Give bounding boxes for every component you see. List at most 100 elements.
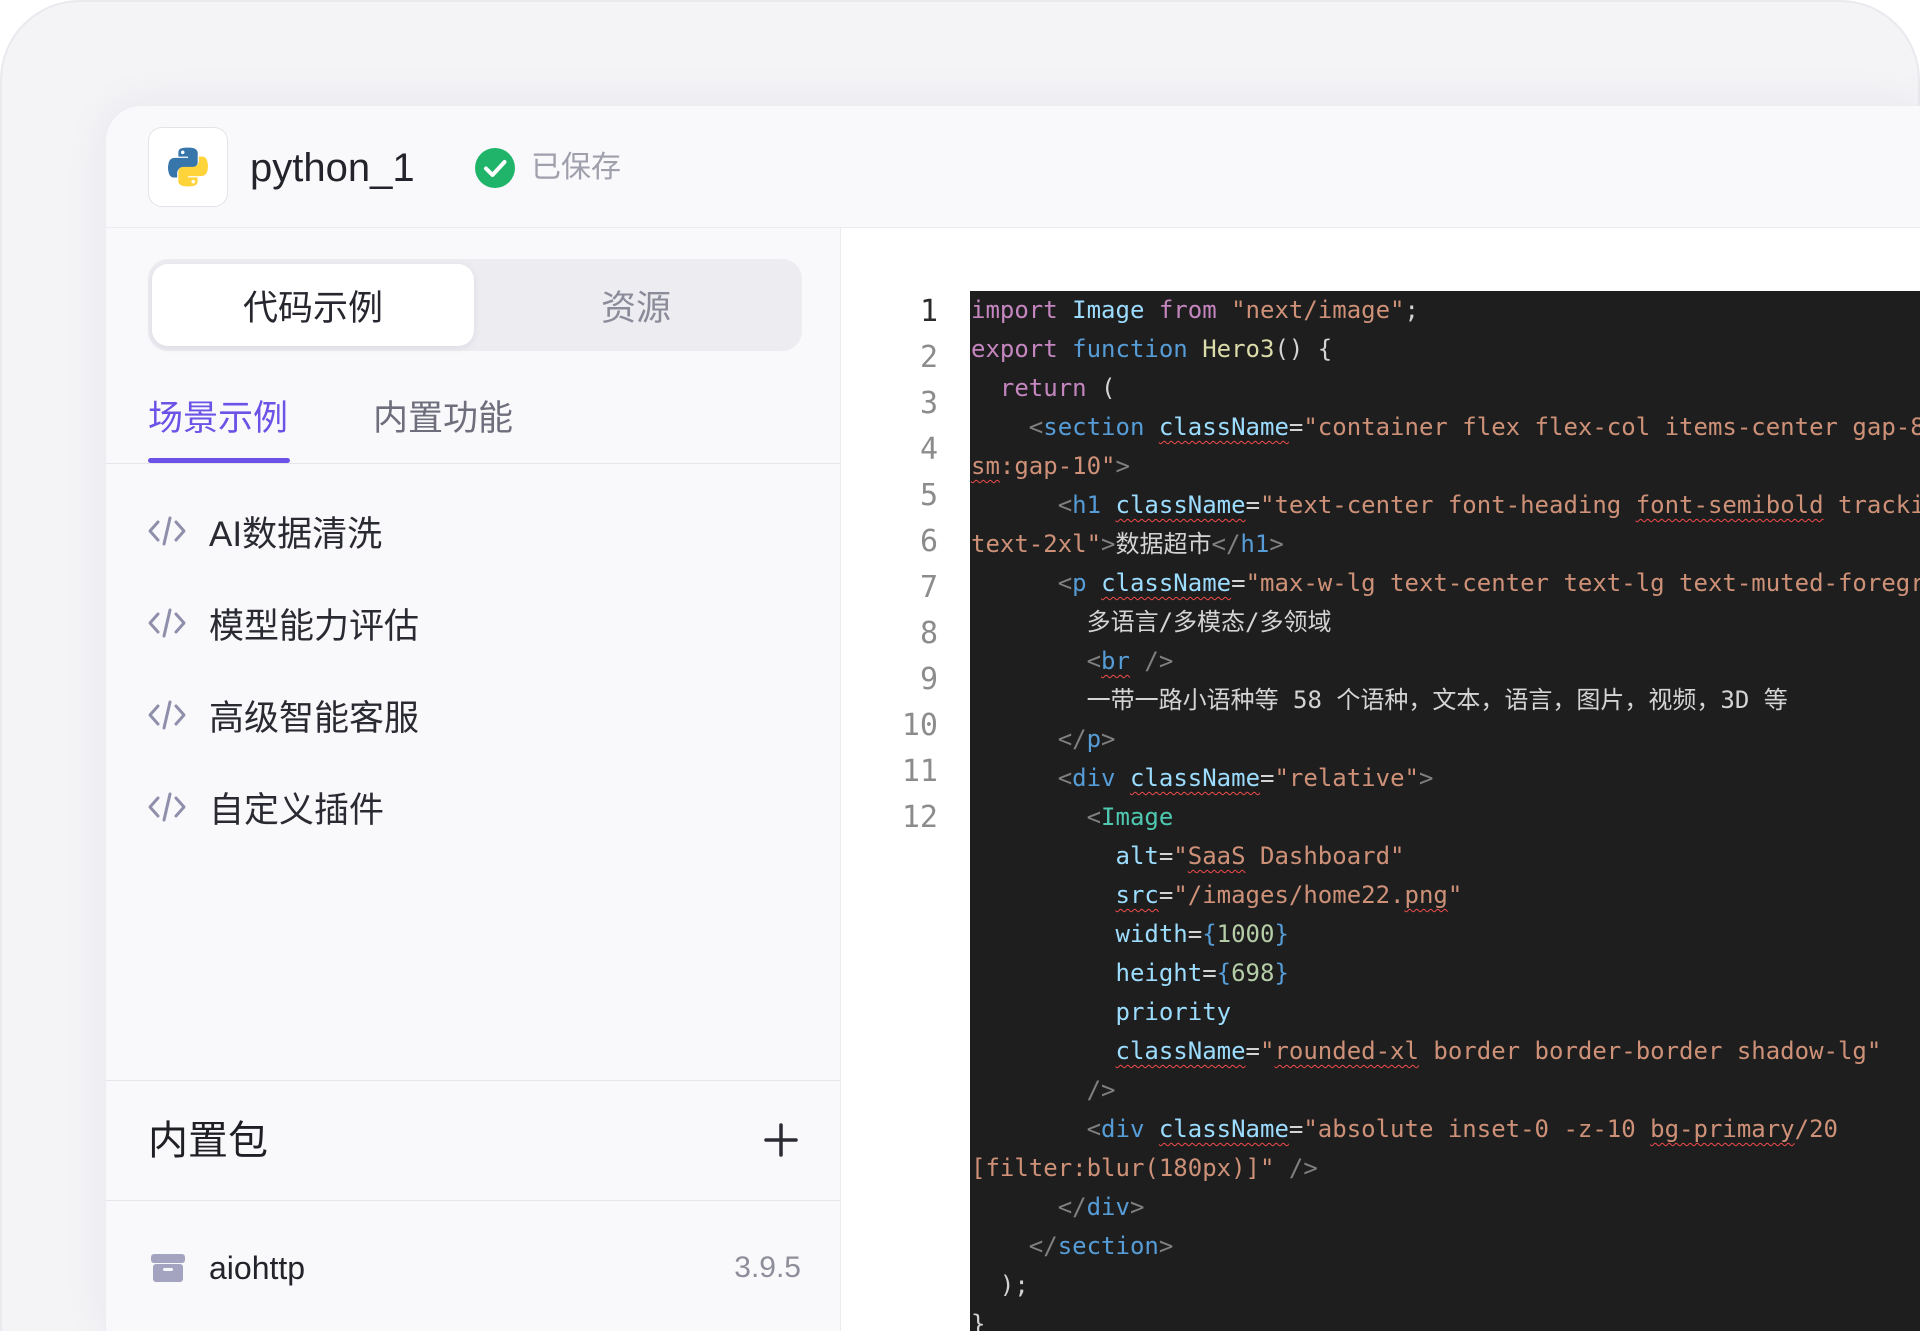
example-item-label: 模型能力评估	[209, 606, 420, 646]
code-token: }	[971, 1310, 986, 1331]
segment-code-examples[interactable]: 代码示例	[152, 264, 474, 346]
code-icon	[148, 792, 186, 822]
code-token: />	[1129, 647, 1174, 675]
code-token: "text-center font-heading	[1260, 491, 1636, 519]
code-line: height={698}	[971, 954, 1920, 993]
line-number: 10	[901, 708, 938, 743]
code-token: priority	[971, 998, 1232, 1026]
code-line: src="/images/home22.png"	[971, 876, 1920, 915]
tab-scenario-examples[interactable]: 场景示例	[148, 397, 288, 441]
example-item-customer-service[interactable]: 高级智能客服	[106, 669, 840, 761]
code-icon	[148, 700, 186, 730]
example-item-model-evaluation[interactable]: 模型能力评估	[106, 577, 840, 669]
code-token: bg-primary	[1650, 1115, 1795, 1143]
code-token: =	[1158, 881, 1174, 909]
code-token: SaaS	[1187, 842, 1246, 870]
line-number: 5	[919, 478, 938, 513]
code-token: [filter:blur(180px)]"	[971, 1154, 1275, 1182]
segmented-control: 代码示例 资源	[148, 259, 802, 351]
code-line: <h1 className="text-center font-heading …	[971, 486, 1920, 525]
code-token: 数据超市	[1115, 530, 1212, 558]
code-token: function	[1057, 335, 1188, 363]
code-token: =	[1245, 491, 1261, 519]
line-number-gutter: 1 2 3 4 5 6 7 8 9 10 11 12	[841, 289, 938, 841]
code-token: "relative"	[1274, 764, 1419, 792]
package-name: aiohttp	[209, 1250, 306, 1286]
line-number: 3	[919, 386, 938, 421]
code-token: "max-w-lg text-center text-lg text-muted…	[1245, 569, 1920, 597]
code-token: () {	[1274, 335, 1333, 363]
segment-resources[interactable]: 资源	[474, 264, 798, 346]
code-token: div	[1086, 1193, 1130, 1221]
code-token: <	[971, 764, 1073, 792]
code-token: return	[971, 374, 1087, 402]
code-icon	[148, 516, 186, 546]
project-name[interactable]: python_1	[250, 144, 415, 192]
tabs-divider	[106, 463, 840, 464]
line-number: 9	[919, 662, 938, 697]
code-line: import Image from "next/image";	[971, 291, 1920, 330]
example-item-custom-plugin[interactable]: 自定义插件	[106, 761, 840, 853]
code-token: =	[1245, 1037, 1260, 1065]
code-token: <	[971, 569, 1073, 597]
code-token: );	[971, 1271, 1029, 1299]
code-icon	[148, 608, 186, 638]
code-token: {	[1202, 920, 1217, 948]
code-token: className	[1115, 491, 1246, 519]
plus-icon[interactable]	[763, 1122, 799, 1158]
code-token: font-semibold	[1635, 491, 1824, 519]
check-circle-icon	[475, 148, 515, 188]
code-token: sm	[971, 452, 1000, 480]
code-token: className	[1115, 1037, 1246, 1065]
code-token: (	[1086, 374, 1116, 402]
code-token: Dashboard"	[1245, 842, 1405, 870]
code-token: section	[1057, 1232, 1159, 1260]
code-token: "	[1447, 881, 1463, 909]
package-row[interactable]: aiohttp 3.9.5	[106, 1222, 840, 1314]
code-line: <div className="relative">	[971, 759, 1920, 798]
code-token: =	[1260, 764, 1275, 792]
code-token: </	[1211, 530, 1241, 558]
code-token: /20	[1794, 1115, 1838, 1143]
code-line: />	[971, 1071, 1920, 1110]
line-number: 4	[919, 432, 938, 467]
code-token: =	[1288, 413, 1304, 441]
code-content[interactable]: import Image from "next/image"; export fu…	[970, 291, 1920, 1331]
code-token: h1	[1072, 491, 1102, 519]
app-window: python_1 已保存 代码示例 资源 场景示例 内置功能 AI数据清洗 模型…	[105, 105, 1920, 1331]
code-token: }	[1274, 959, 1289, 987]
code-token: from	[1144, 296, 1217, 324]
code-line: text-2xl">数据超市</h1>	[971, 525, 1920, 564]
sidebar: 代码示例 资源 场景示例 内置功能 AI数据清洗 模型能力评估 高级智能客服 自…	[106, 228, 841, 1331]
tab-builtin-features[interactable]: 内置功能	[373, 397, 513, 441]
example-item-data-cleaning[interactable]: AI数据清洗	[106, 485, 840, 577]
code-line: }	[971, 1305, 1920, 1331]
code-token: "absolute inset-0 -z-10	[1303, 1115, 1651, 1143]
code-token: :gap-10"	[999, 452, 1116, 480]
code-token: className	[1158, 413, 1289, 441]
code-token: =	[1231, 569, 1246, 597]
code-token: "container flex flex-col items-center ga…	[1303, 413, 1920, 441]
code-token: text-2xl"	[971, 530, 1102, 558]
code-line: <br />	[971, 642, 1920, 681]
code-line: sm:gap-10">	[971, 447, 1920, 486]
code-token: export	[971, 335, 1058, 363]
code-token: =	[1202, 959, 1217, 987]
packages-divider-top	[106, 1080, 840, 1081]
code-token: =	[1288, 1115, 1304, 1143]
code-token: >	[1158, 1232, 1174, 1260]
code-token: >	[1418, 764, 1434, 792]
code-line: return (	[971, 369, 1920, 408]
code-editor: 1 2 3 4 5 6 7 8 9 10 11 12 import Image …	[841, 228, 1920, 1331]
example-item-label: 自定义插件	[209, 790, 385, 830]
code-token: import	[971, 296, 1058, 324]
line-number: 1	[919, 294, 938, 329]
code-line: alt="SaaS Dashboard"	[971, 837, 1920, 876]
code-line: 一带一路小语种等 58 个语种，文本，语言，图片，视频，3D 等	[971, 681, 1920, 720]
code-token: br	[1101, 647, 1130, 675]
code-token: >	[1269, 530, 1284, 558]
code-token: </	[971, 1193, 1087, 1221]
